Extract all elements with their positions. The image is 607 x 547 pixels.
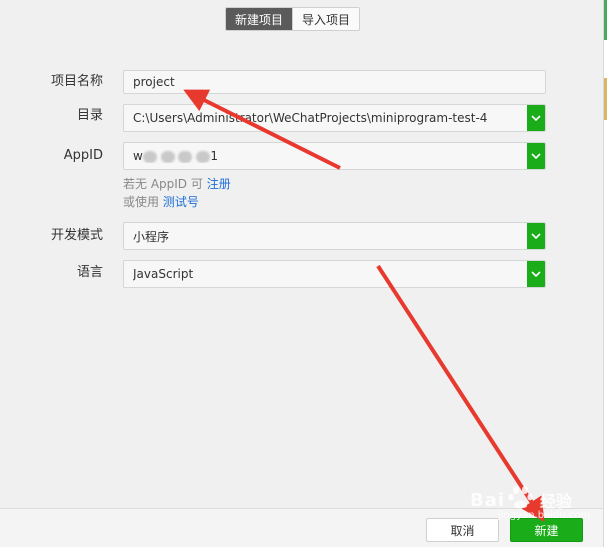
chevron-down-icon xyxy=(531,153,541,159)
watermark-url: jingyan.baidu.com xyxy=(498,510,591,521)
directory-select[interactable]: C:\Users\Administrator\WeChatProjects\mi… xyxy=(123,104,546,132)
project-name-input[interactable] xyxy=(133,75,545,89)
baidu-paw-icon xyxy=(508,486,533,509)
project-name-field[interactable] xyxy=(123,70,546,94)
chevron-down-icon xyxy=(531,115,541,121)
watermark-jingyan: 经验 xyxy=(540,492,573,511)
test-account-hint-text: 或使用 xyxy=(123,195,160,209)
dev-mode-dropdown-button[interactable] xyxy=(527,223,545,249)
redaction-blur xyxy=(178,150,193,163)
appid-value-start: w xyxy=(133,149,143,163)
chevron-down-icon xyxy=(531,271,541,277)
baidu-jingyan-watermark: Bai 经验 jingyan.baidu.com xyxy=(470,478,600,523)
register-hint-text: 若无 AppID 可 xyxy=(123,177,203,191)
appid-label: AppID xyxy=(63,148,103,163)
directory-dropdown-button[interactable] xyxy=(527,105,545,131)
new-project-dialog: 新建项目 导入项目 项目名称 目录 C:\Users\Administrator… xyxy=(0,0,603,547)
test-account-hint: 或使用 测试号 xyxy=(123,193,199,211)
language-value: JavaScript xyxy=(133,267,194,281)
project-mode-tabs: 新建项目 导入项目 xyxy=(225,7,360,31)
tab-import-project[interactable]: 导入项目 xyxy=(292,8,359,30)
redaction-blur xyxy=(160,150,175,163)
chevron-down-icon xyxy=(531,233,541,239)
dev-mode-value: 小程序 xyxy=(133,229,170,244)
project-name-label: 项目名称 xyxy=(50,74,103,89)
language-label: 语言 xyxy=(76,265,103,280)
language-select[interactable]: JavaScript xyxy=(123,260,546,288)
appid-value: w 1 xyxy=(133,149,527,163)
directory-label: 目录 xyxy=(76,108,103,123)
dev-mode-label: 开发模式 xyxy=(50,228,103,243)
redaction-blur xyxy=(196,150,211,163)
register-link[interactable]: 注册 xyxy=(207,177,231,191)
directory-value: C:\Users\Administrator\WeChatProjects\mi… xyxy=(133,111,488,125)
watermark-brand: Bai xyxy=(470,490,506,511)
appid-select[interactable]: w 1 xyxy=(123,142,546,170)
tab-new-project[interactable]: 新建项目 xyxy=(226,8,292,30)
appid-value-end: 1 xyxy=(210,149,218,163)
test-account-link[interactable]: 测试号 xyxy=(163,195,199,209)
background-window-edge xyxy=(603,0,607,547)
language-dropdown-button[interactable] xyxy=(527,261,545,287)
redaction-blur xyxy=(142,150,157,163)
dev-mode-select[interactable]: 小程序 xyxy=(123,222,546,250)
appid-dropdown-button[interactable] xyxy=(527,143,545,169)
appid-register-hint: 若无 AppID 可 注册 xyxy=(123,175,231,193)
